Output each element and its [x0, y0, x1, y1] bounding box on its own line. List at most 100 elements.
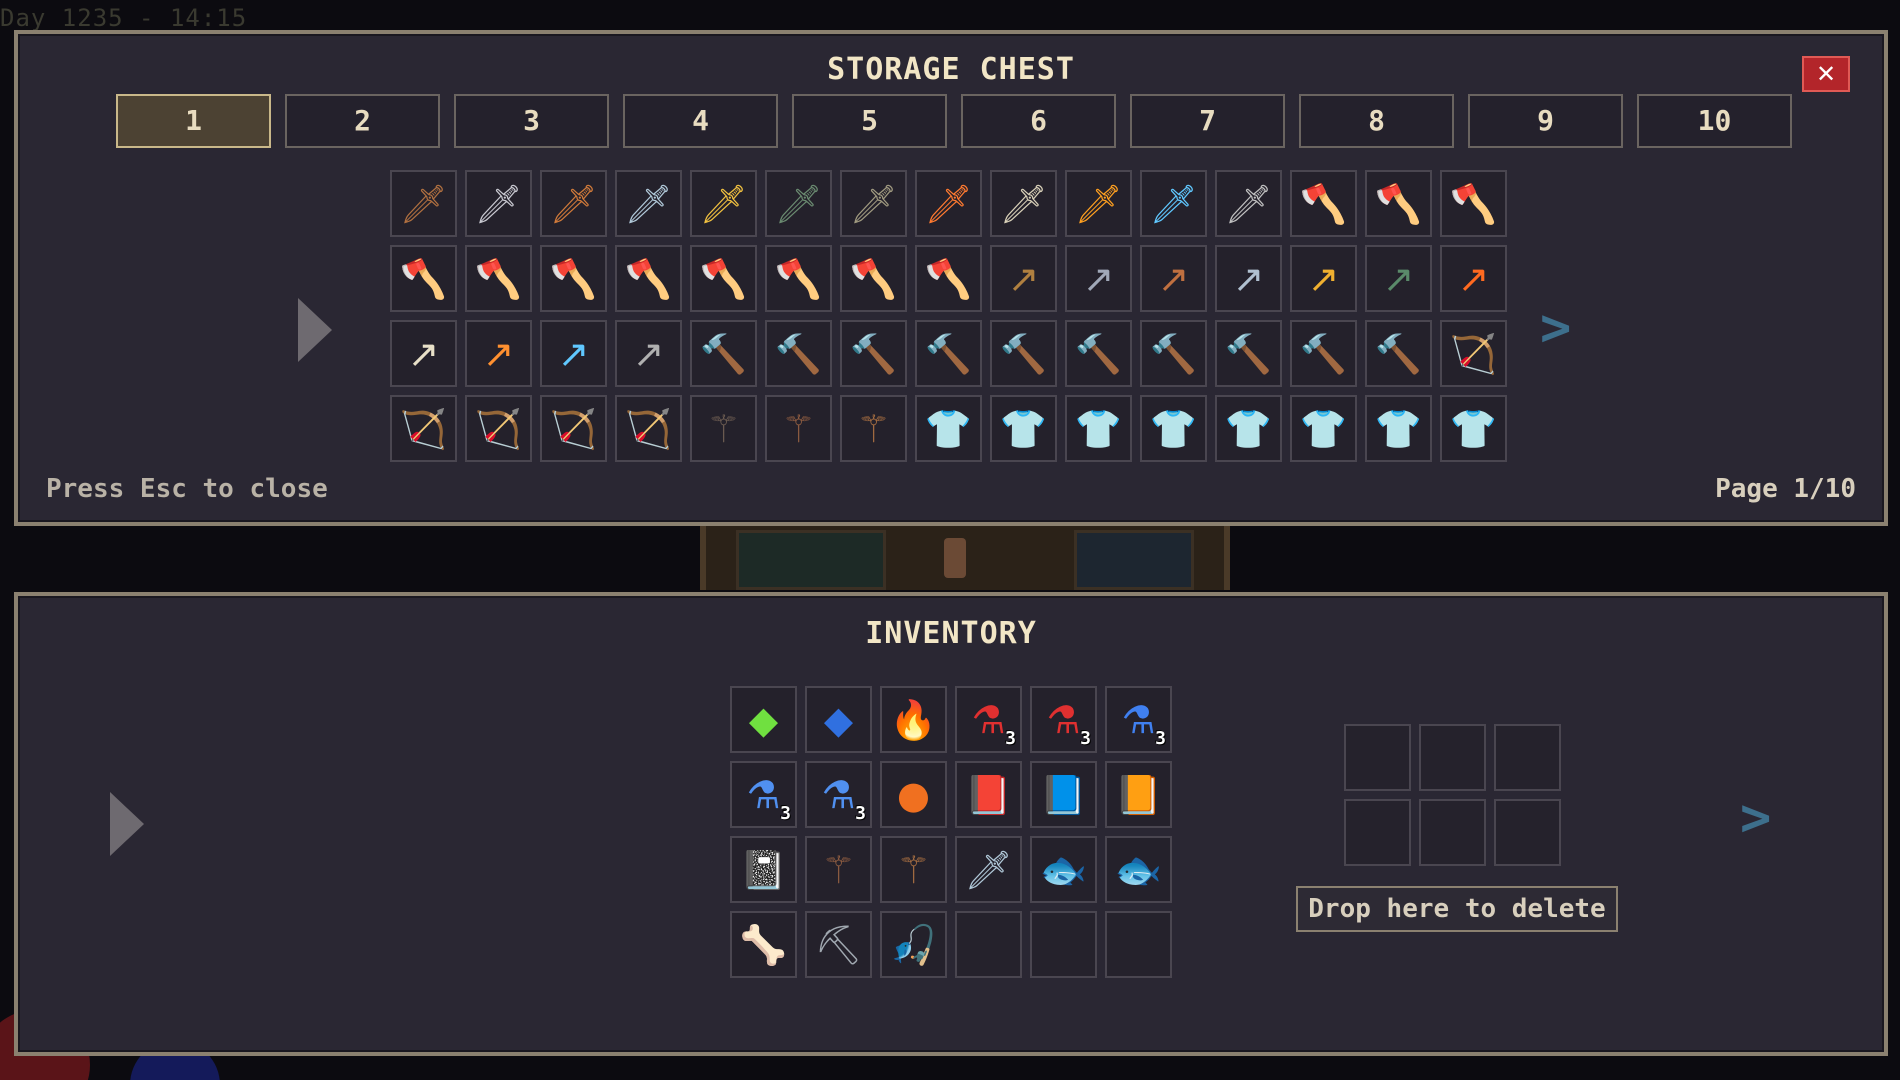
- item-slot[interactable]: 🦴: [730, 911, 797, 978]
- item-slot[interactable]: 🪓: [390, 245, 457, 312]
- tab-8[interactable]: 8: [1299, 94, 1454, 148]
- item-slot[interactable]: 🪓: [1440, 170, 1507, 237]
- empty-slot[interactable]: [1105, 911, 1172, 978]
- item-slot[interactable]: 🗡: [990, 170, 1057, 237]
- item-slot[interactable]: 🪓: [840, 245, 907, 312]
- item-slot[interactable]: 🗡: [765, 170, 832, 237]
- item-slot[interactable]: 🗡: [1215, 170, 1282, 237]
- item-slot[interactable]: ↗: [1365, 245, 1432, 312]
- item-slot[interactable]: ↗: [1140, 245, 1207, 312]
- item-slot[interactable]: 🏹: [465, 395, 532, 462]
- item-slot[interactable]: 🔨: [1365, 320, 1432, 387]
- item-slot[interactable]: 🗡: [690, 170, 757, 237]
- item-slot[interactable]: ⚚: [840, 395, 907, 462]
- item-slot[interactable]: 🗡: [1065, 170, 1132, 237]
- item-slot[interactable]: ⚗ 3: [730, 761, 797, 828]
- item-slot[interactable]: ⚚: [880, 836, 947, 903]
- item-slot[interactable]: 🪓: [690, 245, 757, 312]
- next-page-button[interactable]: >: [1540, 302, 1571, 354]
- item-slot[interactable]: 🪓: [915, 245, 982, 312]
- item-slot[interactable]: 🏹: [390, 395, 457, 462]
- item-slot[interactable]: 📘: [1030, 761, 1097, 828]
- item-slot[interactable]: 👕: [1140, 395, 1207, 462]
- delete-slot[interactable]: [1494, 799, 1561, 866]
- item-slot[interactable]: ↗: [1290, 245, 1357, 312]
- item-slot[interactable]: 🔨: [1215, 320, 1282, 387]
- item-slot[interactable]: 🔨: [915, 320, 982, 387]
- item-slot[interactable]: ⚚: [765, 395, 832, 462]
- item-slot[interactable]: 🏹: [615, 395, 682, 462]
- item-slot[interactable]: 🪓: [1365, 170, 1432, 237]
- item-slot[interactable]: ↗: [465, 320, 532, 387]
- tab-4[interactable]: 4: [623, 94, 778, 148]
- item-slot[interactable]: ⚗ 3: [1105, 686, 1172, 753]
- item-slot[interactable]: 🔨: [1065, 320, 1132, 387]
- tab-9[interactable]: 9: [1468, 94, 1623, 148]
- tab-2[interactable]: 2: [285, 94, 440, 148]
- item-slot[interactable]: 👕: [1365, 395, 1432, 462]
- item-slot[interactable]: 🏹: [540, 395, 607, 462]
- prev-inventory-icon[interactable]: [110, 792, 144, 856]
- item-slot[interactable]: 🗡: [1140, 170, 1207, 237]
- item-slot[interactable]: 🪓: [765, 245, 832, 312]
- item-slot[interactable]: ⚚: [690, 395, 757, 462]
- delete-drop-zone[interactable]: Drop here to delete: [1296, 886, 1618, 932]
- next-inventory-button[interactable]: >: [1740, 792, 1771, 844]
- item-slot[interactable]: ↗: [990, 245, 1057, 312]
- item-slot[interactable]: 🔥: [880, 686, 947, 753]
- item-slot[interactable]: 🔨: [690, 320, 757, 387]
- item-slot[interactable]: 🏹: [1440, 320, 1507, 387]
- item-slot[interactable]: 📙: [1105, 761, 1172, 828]
- item-slot[interactable]: 🪓: [615, 245, 682, 312]
- item-slot[interactable]: ⚗ 3: [1030, 686, 1097, 753]
- item-slot[interactable]: 🔨: [840, 320, 907, 387]
- item-slot[interactable]: 🗡: [540, 170, 607, 237]
- tab-10[interactable]: 10: [1637, 94, 1792, 148]
- item-slot[interactable]: 🪓: [540, 245, 607, 312]
- item-slot[interactable]: ↗: [540, 320, 607, 387]
- tab-1[interactable]: 1: [116, 94, 271, 148]
- item-slot[interactable]: 🗡: [955, 836, 1022, 903]
- item-slot[interactable]: ↗: [1065, 245, 1132, 312]
- item-slot[interactable]: ↗: [390, 320, 457, 387]
- item-slot[interactable]: 👕: [1290, 395, 1357, 462]
- item-slot[interactable]: 🗡: [465, 170, 532, 237]
- item-slot[interactable]: 🪓: [465, 245, 532, 312]
- item-slot[interactable]: 🔨: [765, 320, 832, 387]
- item-slot[interactable]: 👕: [990, 395, 1057, 462]
- item-slot[interactable]: 🔨: [1140, 320, 1207, 387]
- empty-slot[interactable]: [1030, 911, 1097, 978]
- delete-slot[interactable]: [1344, 799, 1411, 866]
- close-button[interactable]: ✕: [1802, 56, 1850, 92]
- item-slot[interactable]: ⚗ 3: [805, 761, 872, 828]
- item-slot[interactable]: ↗: [1215, 245, 1282, 312]
- tab-5[interactable]: 5: [792, 94, 947, 148]
- item-slot[interactable]: ⚚: [805, 836, 872, 903]
- delete-slot[interactable]: [1344, 724, 1411, 791]
- item-slot[interactable]: 🗡: [915, 170, 982, 237]
- item-slot[interactable]: 📓: [730, 836, 797, 903]
- item-slot[interactable]: 📕: [955, 761, 1022, 828]
- tab-6[interactable]: 6: [961, 94, 1116, 148]
- item-slot[interactable]: 🗡: [390, 170, 457, 237]
- item-slot[interactable]: ⚗ 3: [955, 686, 1022, 753]
- item-slot[interactable]: 🗡: [615, 170, 682, 237]
- item-slot[interactable]: 🐟: [1105, 836, 1172, 903]
- item-slot[interactable]: ⛏: [805, 911, 872, 978]
- item-slot[interactable]: 🗡: [840, 170, 907, 237]
- item-slot[interactable]: 👕: [915, 395, 982, 462]
- item-slot[interactable]: 👕: [1215, 395, 1282, 462]
- item-slot[interactable]: ↗: [615, 320, 682, 387]
- prev-page-icon[interactable]: [298, 298, 332, 362]
- delete-slot[interactable]: [1494, 724, 1561, 791]
- empty-slot[interactable]: [955, 911, 1022, 978]
- tab-7[interactable]: 7: [1130, 94, 1285, 148]
- item-slot[interactable]: ◆: [805, 686, 872, 753]
- item-slot[interactable]: 🔨: [1290, 320, 1357, 387]
- item-slot[interactable]: ◆: [730, 686, 797, 753]
- delete-slot[interactable]: [1419, 724, 1486, 791]
- delete-slot[interactable]: [1419, 799, 1486, 866]
- tab-3[interactable]: 3: [454, 94, 609, 148]
- item-slot[interactable]: 👕: [1065, 395, 1132, 462]
- item-slot[interactable]: 🪓: [1290, 170, 1357, 237]
